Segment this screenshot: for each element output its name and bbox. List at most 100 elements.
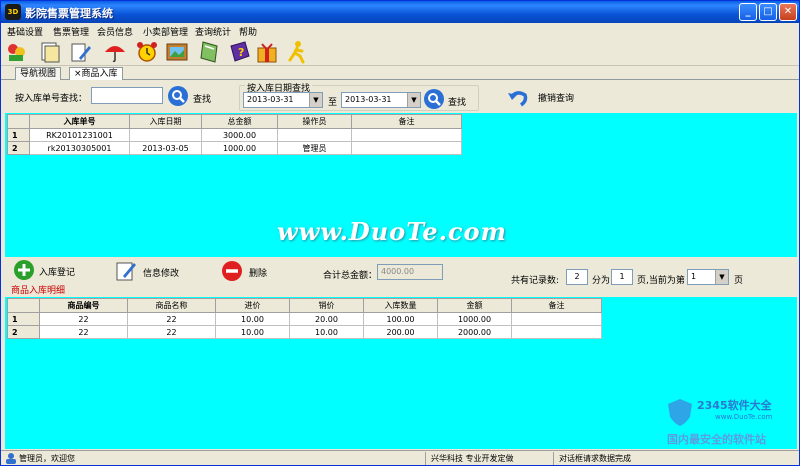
add-icon[interactable]: [13, 259, 35, 281]
undo-icon[interactable]: [507, 87, 529, 109]
tab-goods-inbound-label: 商品入库: [81, 69, 118, 79]
help-book-icon[interactable]: ?: [227, 40, 251, 64]
cell-remark[interactable]: [511, 325, 602, 339]
corner-cell: [7, 298, 40, 313]
close-button[interactable]: ✕: [779, 3, 797, 21]
svg-text:?: ?: [238, 46, 244, 59]
cancel-query-button[interactable]: 撤销查询: [538, 91, 574, 104]
gift-icon[interactable]: [255, 40, 279, 64]
row-number[interactable]: 1: [7, 312, 40, 326]
col-goods-no[interactable]: 商品编号: [39, 298, 128, 313]
cell-sale-price[interactable]: 10.00: [289, 325, 364, 339]
col-goods-name[interactable]: 商品名称: [127, 298, 216, 313]
inbound-register-button[interactable]: 入库登记: [39, 265, 75, 278]
alarm-clock-icon[interactable]: [135, 40, 159, 64]
cell-operator[interactable]: [277, 128, 352, 142]
cell-inbound-no[interactable]: rk20130305001: [29, 141, 130, 155]
cell-remark[interactable]: [511, 312, 602, 326]
page-unit-label: 页: [734, 276, 744, 286]
edit-document-icon[interactable]: [69, 40, 93, 64]
col-quantity[interactable]: 入库数量: [363, 298, 438, 313]
row-number[interactable]: 1: [7, 128, 30, 142]
cell-goods-name[interactable]: 22: [127, 312, 216, 326]
cell-goods-no[interactable]: 22: [39, 312, 128, 326]
records-count: 2: [566, 269, 588, 285]
cell-cost-price[interactable]: 10.00: [215, 312, 290, 326]
app-icon: 3D: [5, 4, 21, 20]
book-icon[interactable]: [197, 40, 221, 64]
edit-icon[interactable]: [115, 260, 137, 282]
cell-remark[interactable]: [351, 141, 462, 155]
search-panel: 按入库单号查找： 查找 按入库日期查找 2013-03-31 ▼ 至 2013-…: [5, 81, 797, 111]
col-cost-price[interactable]: 进价: [215, 298, 290, 313]
search-icon[interactable]: [423, 88, 445, 110]
col-total-amount[interactable]: 总金额: [201, 114, 278, 129]
col-operator[interactable]: 操作员: [277, 114, 352, 129]
search-icon[interactable]: [167, 85, 189, 107]
cell-total-amount[interactable]: 3000.00: [201, 128, 278, 142]
col-remark[interactable]: 备注: [351, 114, 462, 129]
tab-goods-inbound[interactable]: ×商品入库: [69, 67, 123, 80]
col-remark[interactable]: 备注: [511, 298, 602, 313]
cell-inbound-date[interactable]: 2013-03-05: [129, 141, 202, 155]
col-inbound-date[interactable]: 入库日期: [129, 114, 202, 129]
col-amount[interactable]: 金额: [437, 298, 512, 313]
cell-amount[interactable]: 2000.00: [437, 325, 512, 339]
cell-quantity[interactable]: 100.00: [363, 312, 438, 326]
pages-label: 分为: [592, 276, 611, 286]
dropdown-arrow-icon[interactable]: ▼: [407, 93, 420, 107]
umbrella-icon[interactable]: [103, 40, 127, 64]
cell-inbound-date[interactable]: [129, 128, 202, 142]
current-page-select[interactable]: 1 ▼: [687, 269, 729, 285]
date-from-select[interactable]: 2013-03-31 ▼: [243, 92, 323, 108]
picture-icon[interactable]: [165, 40, 189, 64]
row-number[interactable]: 2: [7, 141, 30, 155]
menu-member-info[interactable]: 会员信息: [97, 25, 133, 38]
cell-cost-price[interactable]: 10.00: [215, 325, 290, 339]
status-bar: 管理员，欢迎您 兴华科技 专业开发定做 对话框请求数据完成: [1, 450, 799, 465]
tab-close-icon[interactable]: ×: [74, 69, 82, 79]
menu-query-stats[interactable]: 查询统计: [195, 25, 231, 38]
delete-button[interactable]: 删除: [249, 266, 267, 279]
col-inbound-no[interactable]: 入库单号: [29, 114, 130, 129]
cell-remark[interactable]: [351, 128, 462, 142]
logo-slogan: 国内最安全的软件站: [667, 433, 766, 446]
main-window: 3D 影院售票管理系统 _ □ ✕ 基础设置 售票管理 会员信息 小卖部管理 查…: [0, 0, 800, 466]
table-row[interactable]: 2 22 22 10.00 10.00 200.00 2000.00: [7, 325, 602, 339]
flowers-icon[interactable]: [5, 40, 29, 64]
current-page-value: 1: [691, 272, 697, 281]
menu-help[interactable]: 帮助: [239, 25, 257, 38]
find-button[interactable]: 查找: [193, 92, 211, 105]
table-row[interactable]: 1 22 22 10.00 20.00 100.00 1000.00: [7, 312, 602, 326]
find-button-2[interactable]: 查找: [448, 95, 466, 108]
cell-inbound-no[interactable]: RK20101231001: [29, 128, 130, 142]
minimize-button[interactable]: _: [739, 3, 757, 21]
document-stack-icon[interactable]: [39, 40, 63, 64]
cell-sale-price[interactable]: 20.00: [289, 312, 364, 326]
cell-goods-no[interactable]: 22: [39, 325, 128, 339]
dropdown-arrow-icon[interactable]: ▼: [715, 270, 728, 284]
records-label: 共有记录数:: [511, 276, 560, 286]
table-row[interactable]: 1 RK20101231001 3000.00: [7, 128, 462, 142]
cell-operator[interactable]: 管理员: [277, 141, 352, 155]
date-to-select[interactable]: 2013-03-31 ▼: [341, 92, 421, 108]
runner-icon[interactable]: [285, 40, 309, 64]
col-sale-price[interactable]: 销价: [289, 298, 364, 313]
delete-icon[interactable]: [221, 260, 243, 282]
dropdown-arrow-icon[interactable]: ▼: [309, 93, 322, 107]
cell-total-amount[interactable]: 1000.00: [201, 141, 278, 155]
menu-snack-bar[interactable]: 小卖部管理: [143, 25, 188, 38]
inbound-no-input[interactable]: [91, 87, 163, 104]
menu-basic-settings[interactable]: 基础设置: [7, 25, 43, 38]
title-bar[interactable]: 3D 影院售票管理系统 _ □ ✕: [1, 1, 799, 23]
row-number[interactable]: 2: [7, 325, 40, 339]
cell-quantity[interactable]: 200.00: [363, 325, 438, 339]
status-separator: [553, 452, 554, 465]
edit-info-button[interactable]: 信息修改: [143, 266, 179, 279]
maximize-button[interactable]: □: [759, 3, 777, 21]
table-row[interactable]: 2 rk20130305001 2013-03-05 1000.00 管理员: [7, 141, 462, 155]
cell-amount[interactable]: 1000.00: [437, 312, 512, 326]
cell-goods-name[interactable]: 22: [127, 325, 216, 339]
menu-ticket-management[interactable]: 售票管理: [53, 25, 89, 38]
tab-navigation[interactable]: 导航视图: [15, 67, 62, 80]
